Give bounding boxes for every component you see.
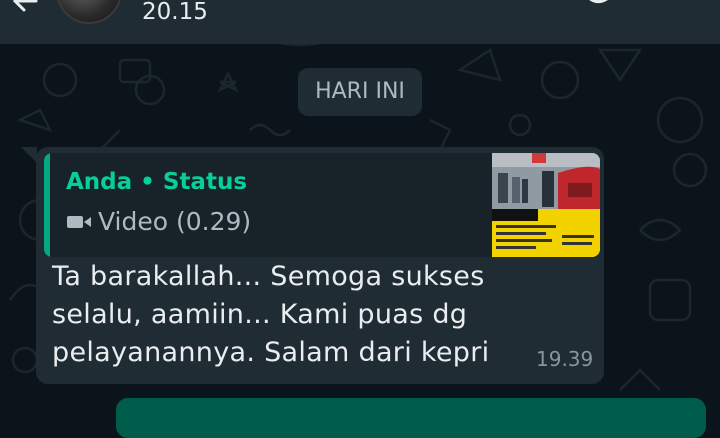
call-icon[interactable] bbox=[582, 0, 612, 10]
status-video-thumbnail bbox=[492, 153, 600, 257]
date-chip: HARI INI bbox=[298, 68, 422, 116]
quoted-status-reply[interactable]: Anda • Status Video (0.29) bbox=[44, 153, 600, 257]
quoted-media-label: Video (0.29) bbox=[98, 207, 252, 236]
quoted-media-type: Video (0.29) bbox=[66, 207, 251, 237]
more-icon[interactable] bbox=[680, 0, 708, 10]
last-seen-time: 20.15 bbox=[142, 0, 208, 25]
quote-accent-bar bbox=[44, 153, 50, 257]
quoted-sender: Anda • Status bbox=[66, 169, 248, 195]
thumbnail-image bbox=[492, 153, 600, 257]
outgoing-message-bubble[interactable] bbox=[116, 398, 706, 438]
message-timestamp: 19.39 bbox=[536, 347, 594, 371]
back-arrow-icon[interactable] bbox=[10, 0, 40, 16]
message-text: Ta barakallah... Semoga sukses selalu, a… bbox=[52, 261, 490, 368]
video-camera-icon bbox=[67, 216, 91, 228]
contact-avatar[interactable] bbox=[56, 0, 122, 24]
chat-header: 20.15 bbox=[0, 0, 720, 44]
bubble-tail bbox=[21, 147, 37, 163]
video-call-icon[interactable] bbox=[478, 0, 506, 8]
